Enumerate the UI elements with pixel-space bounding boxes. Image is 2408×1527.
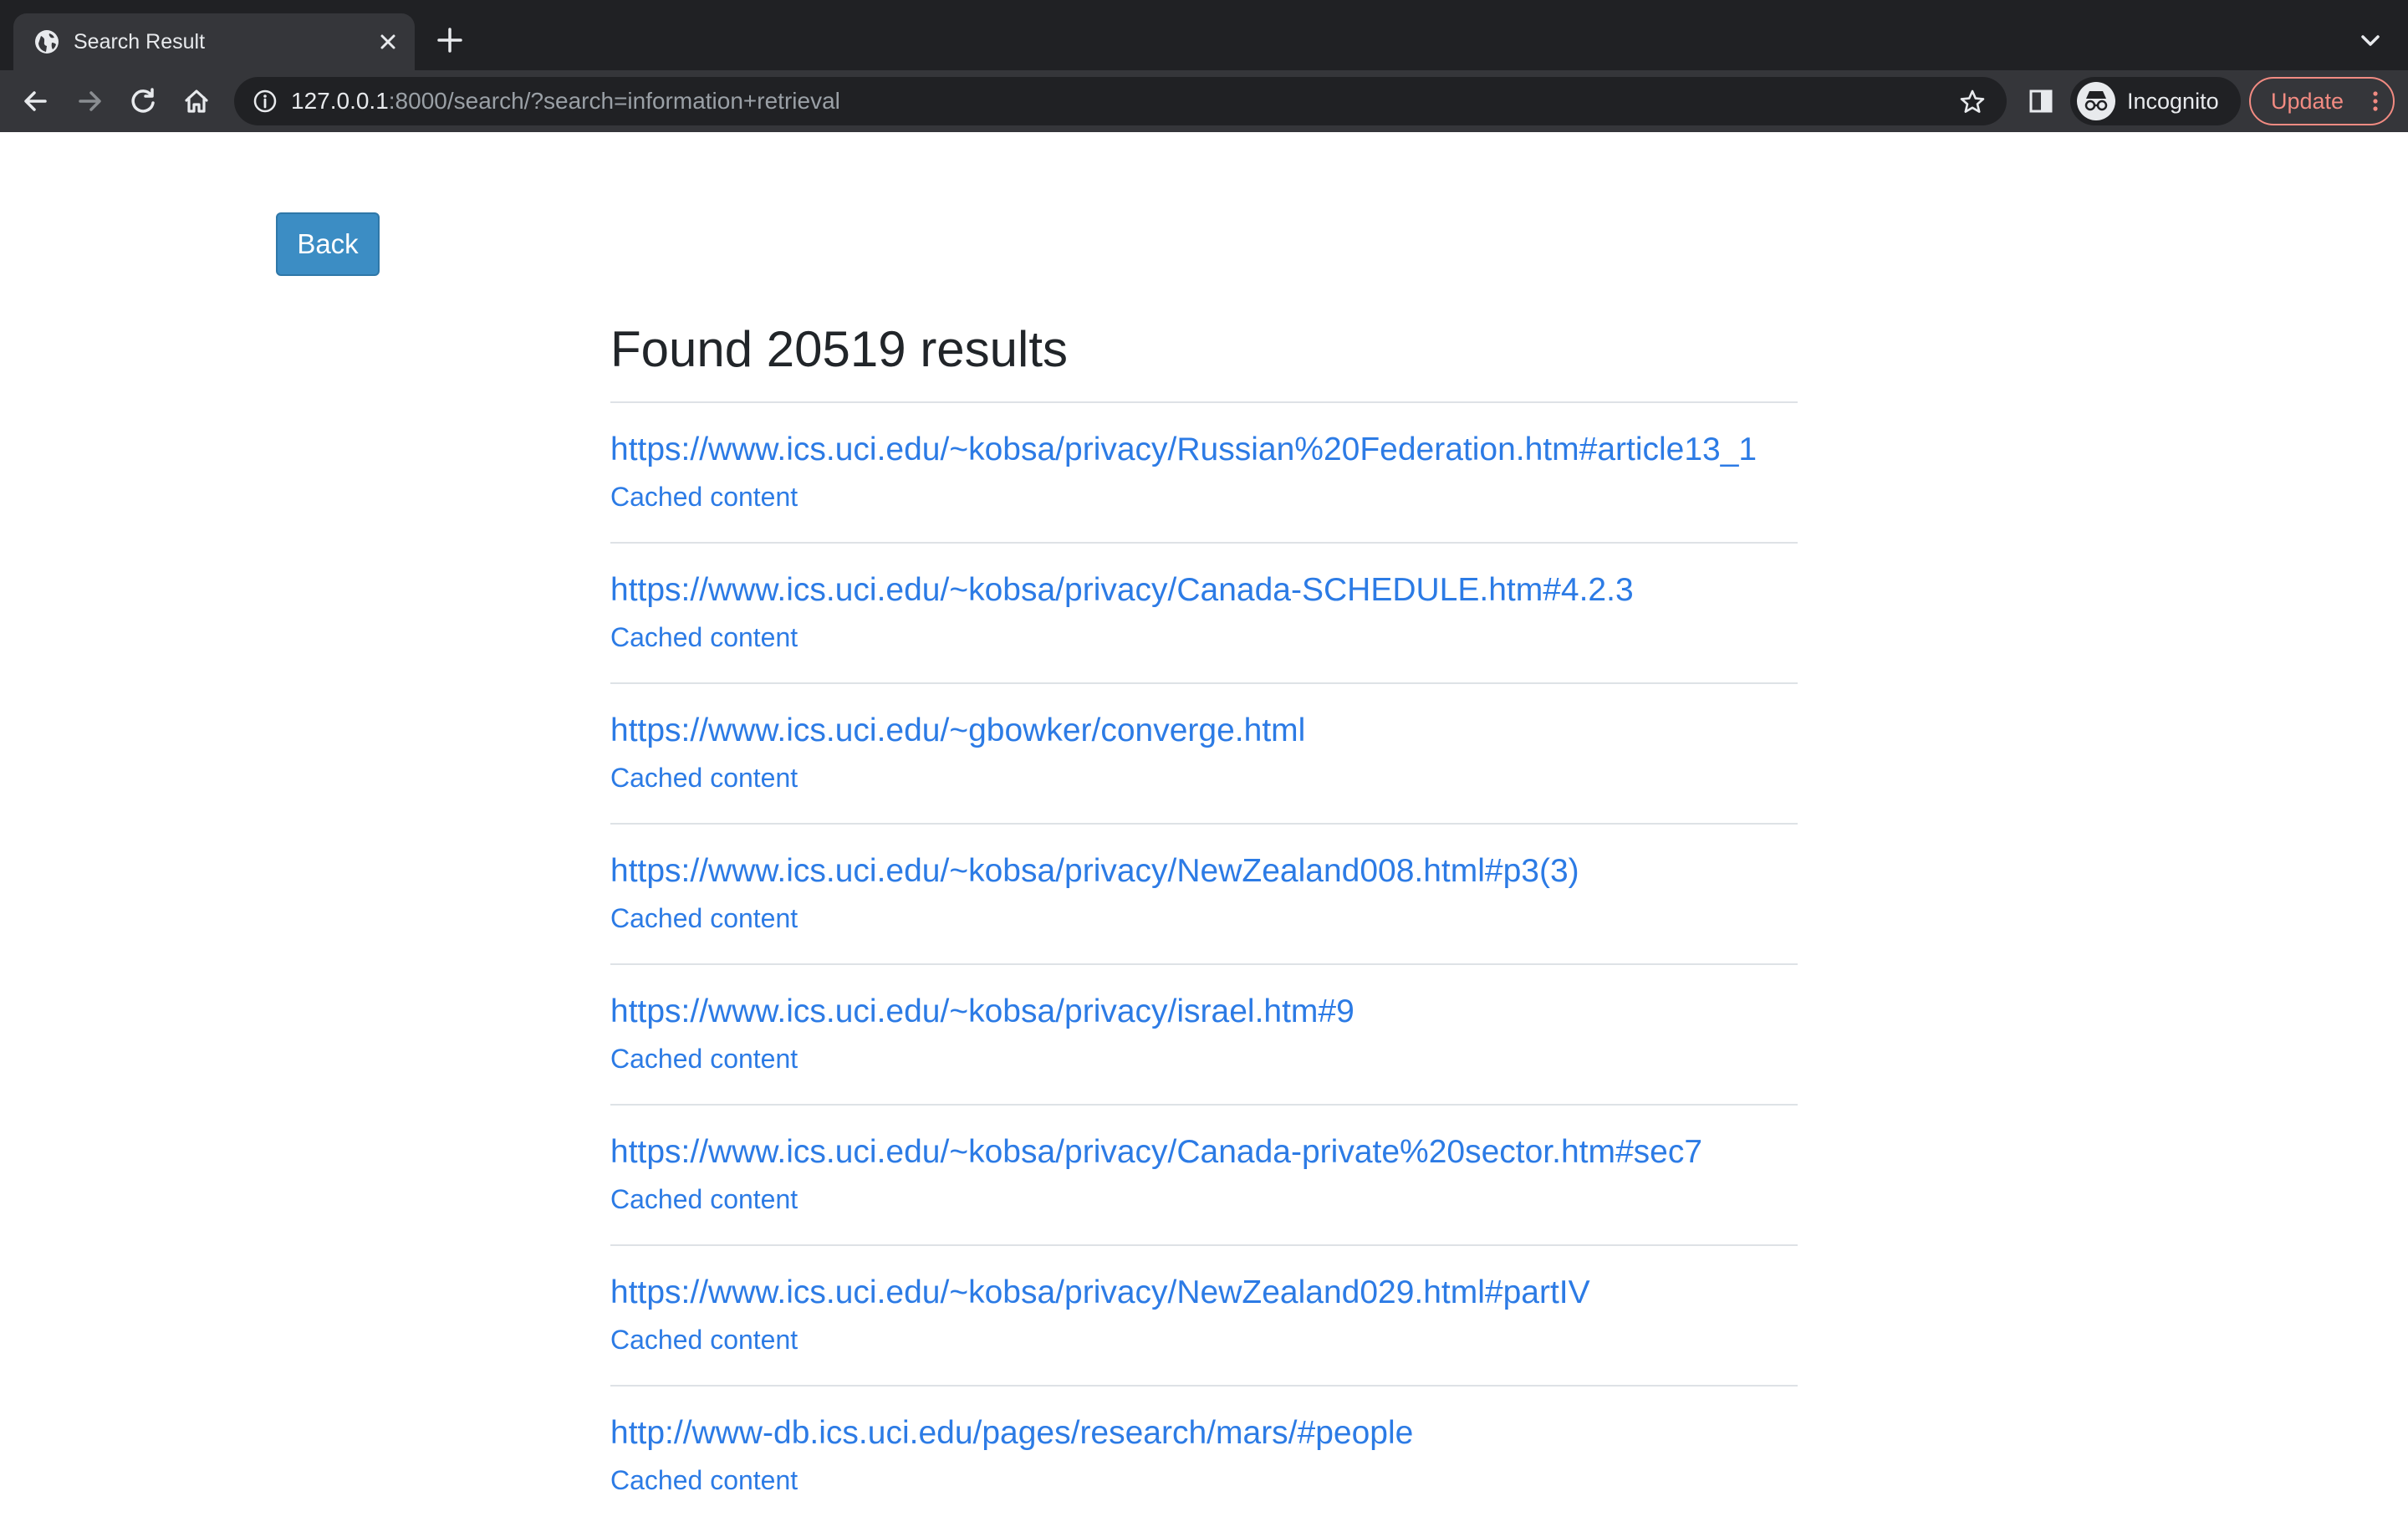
forward-arrow-icon[interactable]: [74, 85, 105, 117]
cached-content-link[interactable]: Cached content: [610, 1321, 798, 1358]
incognito-profile-button[interactable]: Incognito: [2070, 77, 2241, 125]
back-button[interactable]: Back: [276, 212, 380, 276]
cached-content-link[interactable]: Cached content: [610, 619, 798, 656]
chevron-down-icon[interactable]: [2356, 28, 2385, 54]
result-link[interactable]: http://www-db.ics.uci.edu/pages/research…: [610, 1412, 1413, 1455]
globe-icon: [35, 30, 59, 54]
result-link[interactable]: https://www.ics.uci.edu/~kobsa/privacy/N…: [610, 850, 1579, 893]
cached-content-link[interactable]: Cached content: [610, 1462, 798, 1499]
incognito-label: Incognito: [2127, 89, 2219, 114]
update-label: Update: [2271, 89, 2344, 114]
url-path: :8000/search/?search=information+retriev…: [388, 88, 840, 114]
result-item: https://www.ics.uci.edu/~kobsa/privacy/C…: [610, 1106, 1798, 1246]
cached-content-link[interactable]: Cached content: [610, 759, 798, 796]
result-link[interactable]: https://www.ics.uci.edu/~kobsa/privacy/C…: [610, 1131, 1702, 1174]
result-item: https://www.ics.uci.edu/~kobsa/privacy/N…: [610, 1246, 1798, 1387]
result-item: http://www-db.ics.uci.edu/pages/research…: [610, 1387, 1798, 1527]
result-item: https://www.ics.uci.edu/~kobsa/privacy/i…: [610, 965, 1798, 1106]
info-icon[interactable]: [253, 89, 278, 114]
cached-content-link[interactable]: Cached content: [610, 478, 798, 515]
tab-title: Search Result: [74, 30, 206, 54]
url-host: 127.0.0.1: [291, 88, 389, 114]
results-section: Found 20519 results https://www.ics.uci.…: [610, 309, 1798, 1527]
close-icon[interactable]: [375, 28, 401, 55]
result-link[interactable]: https://www.ics.uci.edu/~kobsa/privacy/C…: [610, 569, 1634, 612]
address-bar[interactable]: 127.0.0.1:8000/search/?search=informatio…: [234, 77, 2007, 125]
new-tab-icon[interactable]: [435, 25, 465, 55]
side-panel-icon[interactable]: [2027, 87, 2055, 115]
incognito-avatar: [2077, 82, 2115, 120]
bookmark-star-icon[interactable]: [1958, 88, 1987, 116]
update-button[interactable]: Update: [2249, 77, 2395, 125]
result-link[interactable]: https://www.ics.uci.edu/~kobsa/privacy/R…: [610, 428, 1757, 472]
result-link[interactable]: https://www.ics.uci.edu/~kobsa/privacy/i…: [610, 990, 1354, 1034]
kebab-menu-icon[interactable]: [2363, 89, 2388, 114]
reload-icon[interactable]: [127, 85, 159, 117]
cached-content-link[interactable]: Cached content: [610, 1181, 798, 1218]
results-heading: Found 20519 results: [610, 321, 1069, 377]
result-item: https://www.ics.uci.edu/~kobsa/privacy/N…: [610, 825, 1798, 965]
home-icon[interactable]: [181, 85, 212, 117]
result-item: https://www.ics.uci.edu/~gbowker/converg…: [610, 684, 1798, 825]
result-item: https://www.ics.uci.edu/~kobsa/privacy/R…: [610, 403, 1798, 544]
cached-content-link[interactable]: Cached content: [610, 900, 798, 937]
url-text[interactable]: 127.0.0.1:8000/search/?search=informatio…: [291, 77, 840, 125]
browser-chrome: Search Result 127.0.0.1:8000/search/?sea…: [0, 0, 2408, 132]
browser-toolbar: 127.0.0.1:8000/search/?search=informatio…: [0, 70, 2408, 132]
result-item: https://www.ics.uci.edu/~kobsa/privacy/C…: [610, 544, 1798, 684]
result-link[interactable]: https://www.ics.uci.edu/~kobsa/privacy/N…: [610, 1271, 1590, 1315]
cached-content-link[interactable]: Cached content: [610, 1040, 798, 1077]
back-arrow-icon[interactable]: [20, 85, 52, 117]
result-link[interactable]: https://www.ics.uci.edu/~gbowker/converg…: [610, 709, 1305, 753]
incognito-icon: [2084, 91, 2108, 111]
browser-tab[interactable]: Search Result: [13, 13, 415, 70]
tab-strip: Search Result: [0, 0, 2408, 70]
